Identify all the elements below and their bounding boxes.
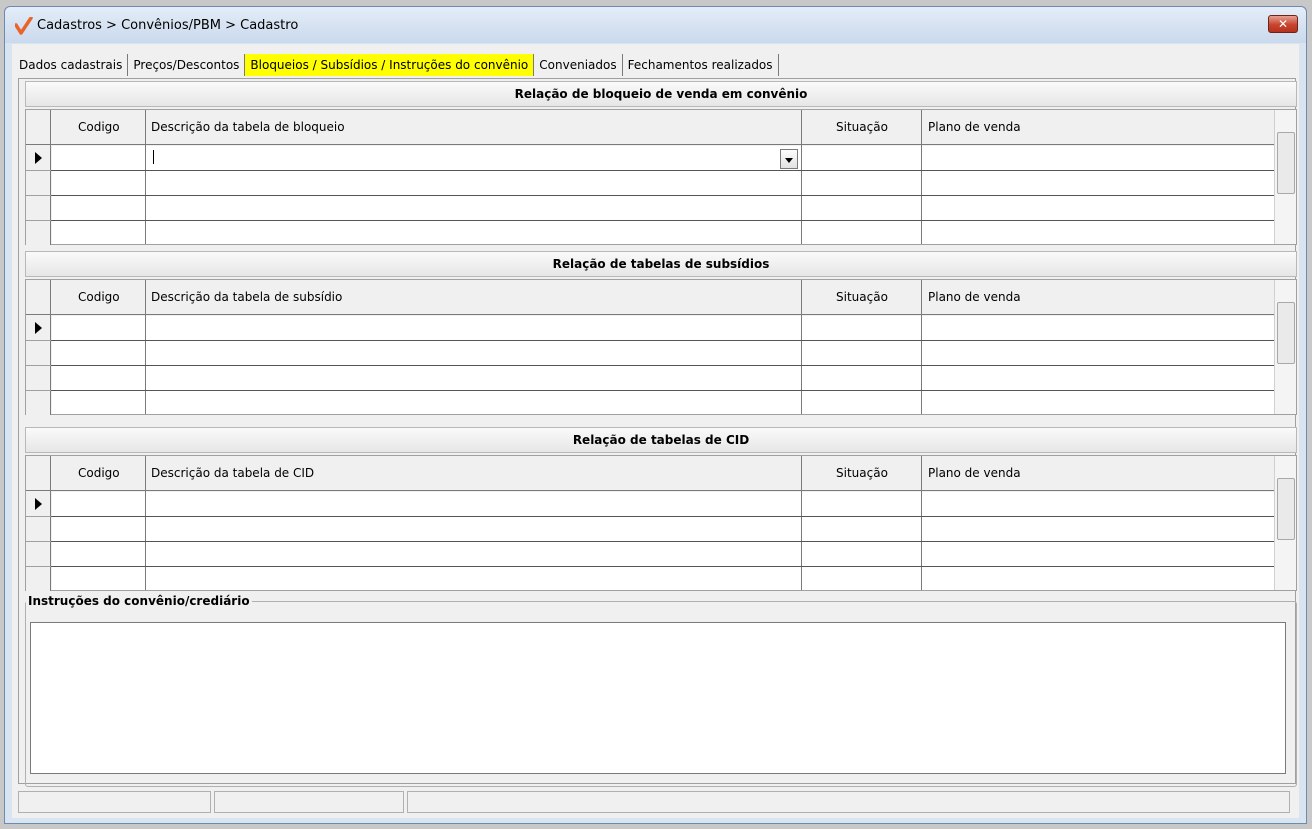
column-header-codigo[interactable]: Codigo bbox=[78, 456, 120, 491]
instructions-groupbox: Instruções do convênio/crediário bbox=[25, 594, 1297, 787]
descricao-dropdown-button[interactable] bbox=[780, 149, 798, 169]
column-header-descricao[interactable]: Descrição da tabela de bloqueio bbox=[151, 110, 345, 145]
main-window: Cadastros > Convênios/PBM > Cadastro ✕ D… bbox=[4, 6, 1307, 824]
column-header-codigo[interactable]: Codigo bbox=[78, 110, 120, 145]
status-panel-2 bbox=[214, 791, 404, 813]
tab-conveniados[interactable]: Conveniados bbox=[534, 54, 623, 76]
row-indicator-column bbox=[26, 145, 51, 245]
grid-header: Codigo Descrição da tabela de bloqueio S… bbox=[26, 110, 1275, 145]
subsidio-grid[interactable]: Codigo Descrição da tabela de subsídio S… bbox=[25, 279, 1297, 415]
current-row-arrow-icon bbox=[35, 152, 42, 164]
bloqueio-vertical-scrollbar[interactable] bbox=[1274, 110, 1296, 244]
column-header-situacao[interactable]: Situação bbox=[836, 456, 888, 491]
row-indicator-column bbox=[26, 315, 51, 415]
text-caret bbox=[153, 150, 154, 164]
scrollbar-thumb[interactable] bbox=[1277, 132, 1295, 194]
tab-bloqueios-subsidios[interactable]: Bloqueios / Subsídios / Instruções do co… bbox=[245, 54, 535, 76]
column-header-plano-venda[interactable]: Plano de venda bbox=[928, 110, 1021, 145]
column-header-codigo[interactable]: Codigo bbox=[78, 280, 120, 315]
cid-grid[interactable]: Codigo Descrição da tabela de CID Situaç… bbox=[25, 455, 1297, 591]
subsidio-vertical-scrollbar[interactable] bbox=[1274, 280, 1296, 414]
window-title: Cadastros > Convênios/PBM > Cadastro bbox=[37, 18, 299, 33]
grid-header: Codigo Descrição da tabela de CID Situaç… bbox=[26, 456, 1275, 491]
column-header-descricao[interactable]: Descrição da tabela de subsídio bbox=[151, 280, 342, 315]
client-area: Dados cadastrais Preços/Descontos Bloque… bbox=[12, 44, 1299, 818]
column-header-situacao[interactable]: Situação bbox=[836, 110, 888, 145]
current-row-arrow-icon bbox=[35, 498, 42, 510]
bloqueio-grid[interactable]: Codigo Descrição da tabela de bloqueio S… bbox=[25, 109, 1297, 245]
bloqueio-section-header: Relação de bloqueio de venda em convênio bbox=[25, 81, 1297, 107]
column-header-descricao[interactable]: Descrição da tabela de CID bbox=[151, 456, 314, 491]
cid-section-header: Relação de tabelas de CID bbox=[25, 427, 1297, 453]
scrollbar-thumb[interactable] bbox=[1277, 302, 1295, 364]
title-bar: Cadastros > Convênios/PBM > Cadastro ✕ bbox=[5, 7, 1306, 43]
tab-panel: Relação de bloqueio de venda em convênio… bbox=[18, 78, 1297, 787]
tab-precos-descontos[interactable]: Preços/Descontos bbox=[128, 54, 246, 76]
instructions-memo[interactable] bbox=[30, 622, 1286, 774]
current-row-arrow-icon bbox=[35, 322, 42, 334]
column-header-plano-venda[interactable]: Plano de venda bbox=[928, 456, 1021, 491]
cid-vertical-scrollbar[interactable] bbox=[1274, 456, 1296, 590]
scrollbar-thumb[interactable] bbox=[1277, 478, 1295, 540]
grid-header: Codigo Descrição da tabela de subsídio S… bbox=[26, 280, 1275, 315]
subsidio-section-header: Relação de tabelas de subsídios bbox=[25, 251, 1297, 277]
tab-fechamentos-realizados[interactable]: Fechamentos realizados bbox=[623, 54, 779, 76]
instructions-label: Instruções do convênio/crediário bbox=[26, 594, 252, 608]
column-header-situacao[interactable]: Situação bbox=[836, 280, 888, 315]
app-logo-icon bbox=[15, 17, 33, 35]
status-panel-1 bbox=[18, 791, 211, 813]
status-bar bbox=[18, 791, 1296, 813]
tab-dados-cadastrais[interactable]: Dados cadastrais bbox=[14, 54, 129, 76]
close-button[interactable]: ✕ bbox=[1268, 15, 1298, 33]
status-panel-3 bbox=[407, 791, 1290, 813]
row-indicator-column bbox=[26, 491, 51, 591]
tab-strip: Dados cadastrais Preços/Descontos Bloque… bbox=[14, 52, 779, 78]
column-header-plano-venda[interactable]: Plano de venda bbox=[928, 280, 1021, 315]
